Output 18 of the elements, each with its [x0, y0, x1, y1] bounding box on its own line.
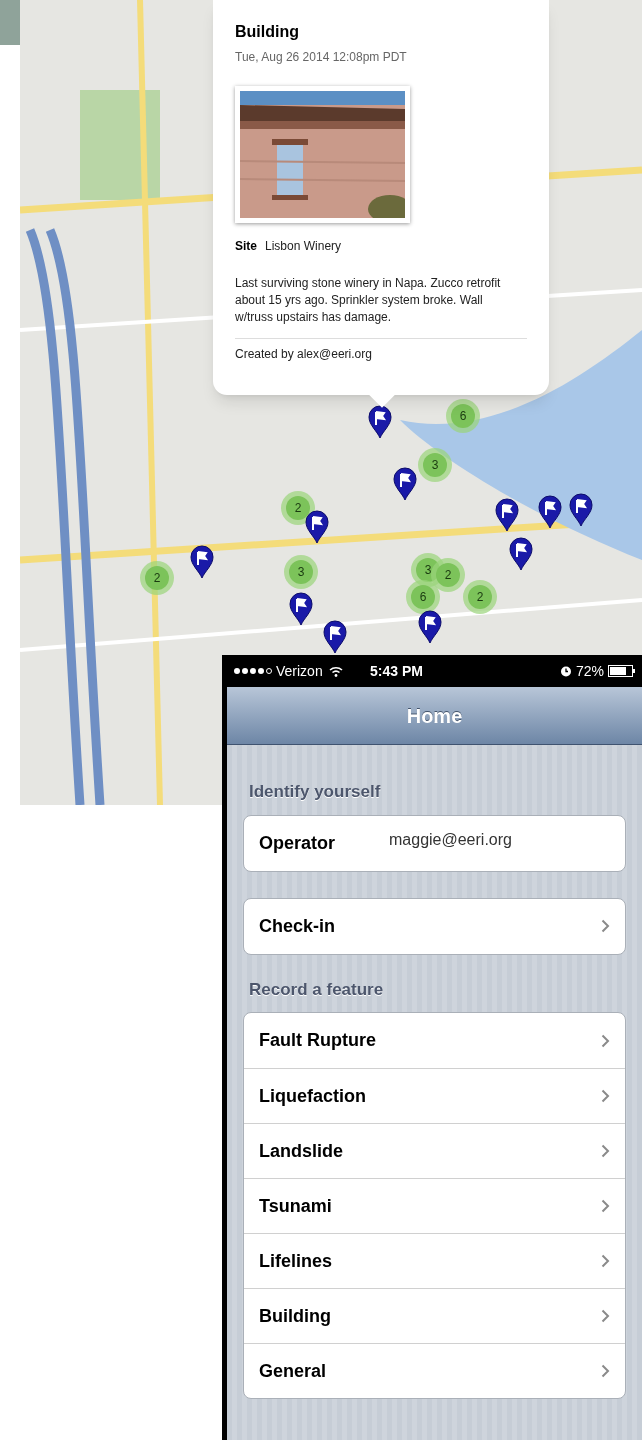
list-row[interactable]: Tsunami: [244, 1178, 625, 1233]
list-row[interactable]: Check-in: [244, 898, 625, 954]
chevron-icon: [601, 1144, 610, 1158]
list-row[interactable]: General: [244, 1343, 625, 1398]
list-row[interactable]: Liquefaction: [244, 1068, 625, 1123]
chevron-icon: [601, 919, 610, 933]
chevron-icon: [601, 1254, 610, 1268]
chevron-icon: [601, 1199, 610, 1213]
section-header: Record a feature: [248, 978, 385, 1001]
chevron-icon: [601, 1309, 610, 1323]
list-row[interactable]: Lifelines: [244, 1233, 625, 1288]
list-row[interactable]: Fault Rupture: [244, 1013, 625, 1068]
chevron-icon: [601, 1364, 610, 1378]
chevron-icon: [601, 1033, 610, 1048]
list-row[interactable]: Landslide: [244, 1123, 625, 1178]
operator-field[interactable]: Operator maggie@eeri.org: [244, 815, 625, 871]
list-row[interactable]: Building: [244, 1288, 625, 1343]
chevron-icon: [601, 1089, 610, 1103]
